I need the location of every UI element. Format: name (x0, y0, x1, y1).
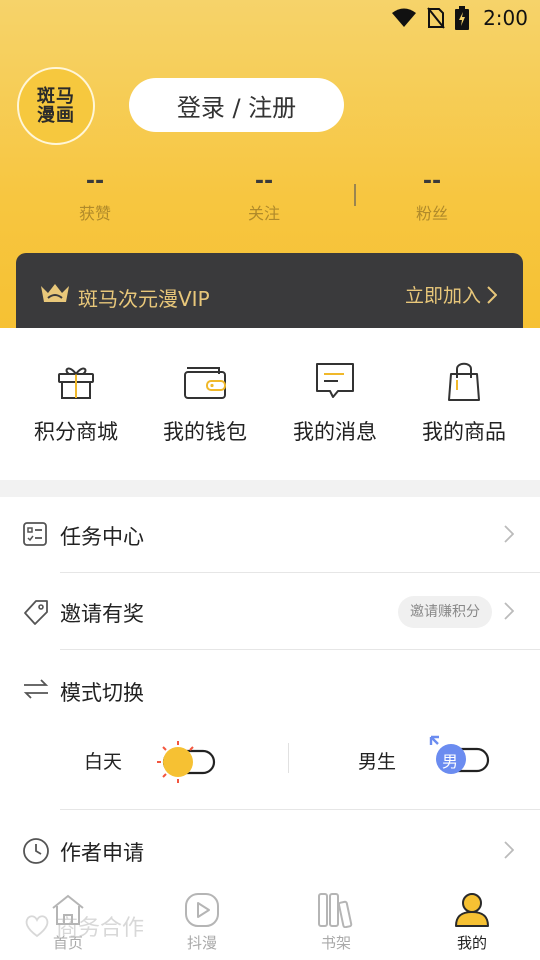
day-mode-label: 白天 (84, 751, 123, 773)
quick-my-goods-label: 我的商品 (422, 420, 506, 444)
menu-item-mode-switch-label: 模式切换 (60, 681, 144, 705)
invite-points-badge: 邀请赚积分 (398, 596, 492, 628)
play-icon (185, 893, 219, 927)
quick-points-mall[interactable]: 积分商城 (11, 358, 141, 446)
mode-toggles: 白天 男生 男 (0, 729, 540, 789)
switch-arrows-icon (23, 679, 49, 699)
quick-messages-label: 我的消息 (293, 420, 377, 444)
menu-item-task-center[interactable]: 任务中心 (0, 497, 540, 573)
vip-banner[interactable]: 斑马次元漫VIP 立即加入 (16, 253, 523, 330)
menu-item-author-apply-label: 作者申请 (60, 841, 144, 865)
nav-doman[interactable]: 抖漫 (152, 890, 252, 953)
stat-fans-value: -- (422, 169, 442, 194)
home-icon (52, 894, 84, 925)
vip-title: 斑马次元漫VIP (78, 287, 210, 311)
male-symbol-icon (429, 735, 490, 774)
stats-row: -- 获赞 -- 关注 -- 粉丝 (0, 168, 540, 228)
stat-following[interactable]: -- 关注 (204, 168, 324, 224)
divider (60, 809, 540, 810)
stat-following-label: 关注 (247, 204, 280, 223)
nav-home[interactable]: 首页 (18, 890, 118, 953)
mode-divider (288, 743, 289, 773)
stat-fans-label: 粉丝 (415, 204, 448, 223)
gender-mode-toggle[interactable]: 男 (428, 735, 492, 781)
tag-icon (24, 600, 48, 625)
logo-text-line2: 漫画 (37, 105, 75, 126)
task-list-icon (23, 522, 47, 546)
status-time: 2:00 (483, 6, 528, 30)
stat-divider (354, 184, 356, 206)
bookshelf-icon (318, 893, 353, 928)
chevron-right-icon (504, 602, 514, 620)
menu-item-mode-switch: 模式切换 (0, 653, 540, 729)
nav-bookshelf[interactable]: 书架 (286, 890, 386, 953)
vip-join-label: 立即加入 (404, 285, 481, 307)
quick-actions: 积分商城 我的钱包 我的消息 我的商品 (0, 328, 540, 480)
stat-likes[interactable]: -- 获赞 (35, 168, 155, 224)
vip-join-button[interactable]: 立即加入 (405, 281, 497, 308)
gender-mode-label: 男生 (358, 751, 397, 773)
wifi-icon (392, 8, 417, 27)
stat-following-value: -- (254, 169, 274, 194)
divider (60, 572, 540, 573)
chevron-right-icon (487, 285, 497, 304)
nav-home-label: 首页 (52, 934, 83, 952)
bag-icon (448, 362, 480, 401)
battery-charging-icon (455, 6, 470, 30)
divider (60, 649, 540, 650)
gift-icon (58, 367, 94, 399)
quick-messages[interactable]: 我的消息 (270, 358, 400, 446)
menu-item-invite[interactable]: 邀请有奖 邀请赚积分 (0, 574, 540, 650)
menu-item-task-center-label: 任务中心 (60, 525, 144, 549)
stat-likes-label: 获赞 (78, 204, 111, 223)
profile-header: 2:00 斑马 漫画 登录 / 注册 -- 获赞 -- 关注 -- 粉丝 斑马次… (0, 0, 540, 330)
clock-icon (23, 838, 49, 864)
message-icon (316, 363, 354, 398)
crown-icon (41, 284, 69, 302)
avatar[interactable]: 斑马 漫画 (17, 67, 95, 145)
bottom-nav: 商务合作 首页 抖漫 书架 我的 (0, 880, 540, 960)
quick-points-mall-label: 积分商城 (34, 420, 118, 444)
stat-likes-value: -- (85, 169, 105, 194)
menu-item-invite-label: 邀请有奖 (60, 602, 144, 626)
nav-doman-label: 抖漫 (186, 934, 217, 952)
day-mode-toggle[interactable] (152, 739, 218, 785)
user-icon (455, 893, 489, 927)
quick-wallet-label: 我的钱包 (163, 420, 247, 444)
chevron-right-icon (504, 841, 514, 859)
menu-item-author-apply[interactable]: 作者申请 (0, 813, 540, 889)
status-bar: 2:00 (0, 0, 540, 36)
logo-text-line1: 斑马 (37, 86, 75, 107)
nav-mine-label: 我的 (456, 934, 487, 952)
wallet-icon (184, 367, 226, 399)
male-badge: 男 (442, 752, 459, 771)
no-sim-icon (427, 7, 445, 29)
nav-mine[interactable]: 我的 (422, 890, 522, 953)
chevron-right-icon (504, 525, 514, 543)
quick-my-goods[interactable]: 我的商品 (399, 358, 529, 446)
quick-wallet[interactable]: 我的钱包 (140, 358, 270, 446)
stat-fans[interactable]: -- 粉丝 (372, 168, 492, 224)
login-register-button[interactable]: 登录 / 注册 (129, 78, 344, 132)
nav-bookshelf-label: 书架 (320, 934, 351, 952)
